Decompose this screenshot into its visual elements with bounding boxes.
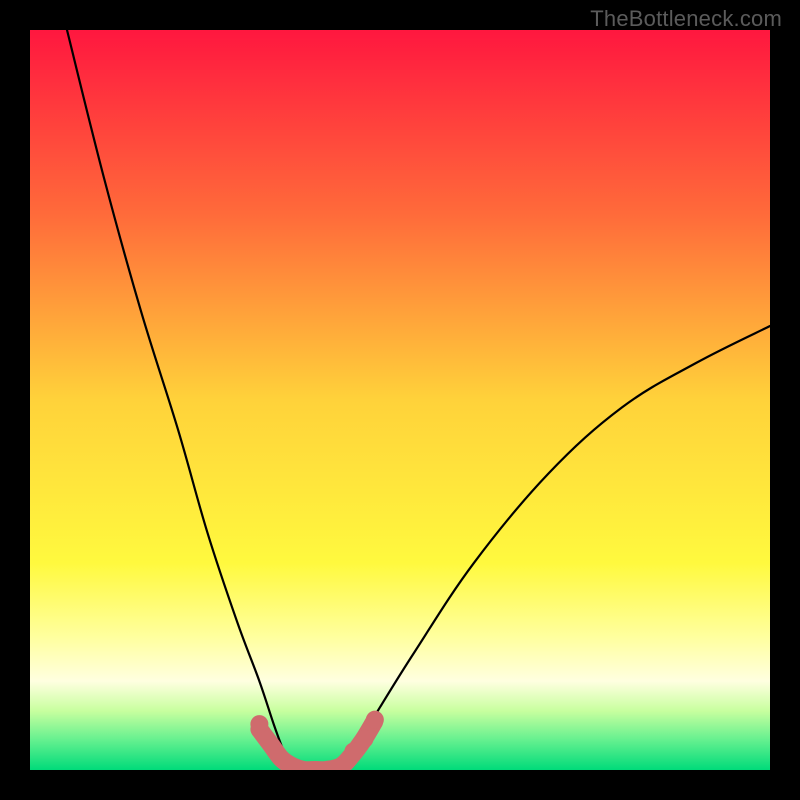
left-curve [67,30,293,770]
plot-area [30,30,770,770]
right-curve [341,326,770,770]
watermark-text: TheBottleneck.com [590,6,782,32]
marker-dot [250,715,268,733]
curve-layer [30,30,770,770]
marker-dot [366,711,384,729]
chart-frame: TheBottleneck.com [0,0,800,800]
marker-dot [344,743,362,761]
